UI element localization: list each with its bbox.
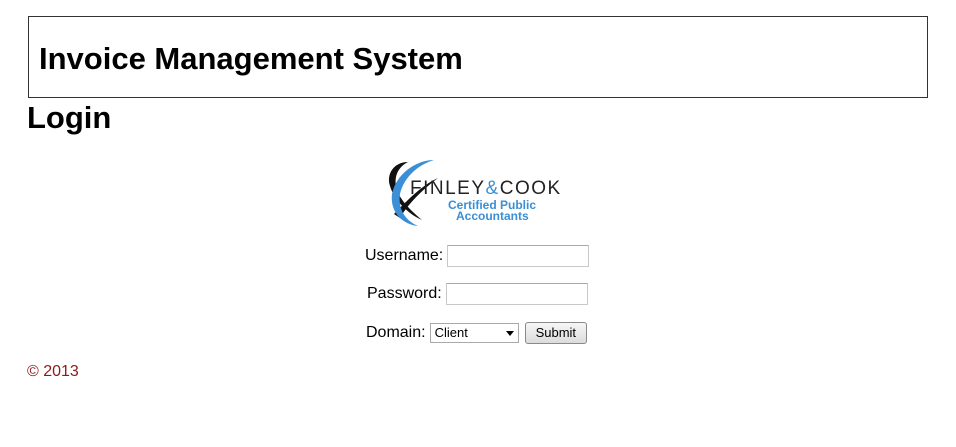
chevron-down-icon (505, 331, 514, 336)
svg-text:FINLEY&COOK: FINLEY&COOK (410, 178, 562, 199)
domain-select[interactable]: Client (429, 323, 519, 343)
logo-brand-right: COOK (500, 178, 562, 199)
logo-brand-left: FINLEY (410, 178, 486, 199)
username-field[interactable] (447, 245, 590, 267)
copyright-text: © 2013 (27, 363, 79, 380)
domain-row: Domain: Client Submit (366, 322, 588, 344)
company-logo: FINLEY&COOK Certified Public Accountants (386, 156, 570, 228)
domain-label: Domain: (366, 324, 426, 341)
company-logo-graphic: FINLEY&COOK Certified Public Accountants (388, 160, 562, 226)
password-label: Password: (367, 285, 442, 302)
submit-button[interactable]: Submit (524, 322, 588, 344)
password-field[interactable] (445, 283, 588, 305)
domain-select-value: Client (434, 325, 468, 340)
password-row: Password: (367, 283, 588, 305)
header-banner: Invoice Management System (28, 16, 928, 98)
logo-brand-ampersand: & (486, 178, 500, 199)
username-label: Username: (365, 247, 444, 264)
login-page: Invoice Management System Login FINLEY&C… (0, 0, 956, 447)
username-row: Username: (365, 245, 590, 267)
logo-tagline-line2: Accountants (456, 209, 529, 223)
app-title: Invoice Management System (39, 41, 463, 76)
page-title: Login (27, 100, 112, 135)
